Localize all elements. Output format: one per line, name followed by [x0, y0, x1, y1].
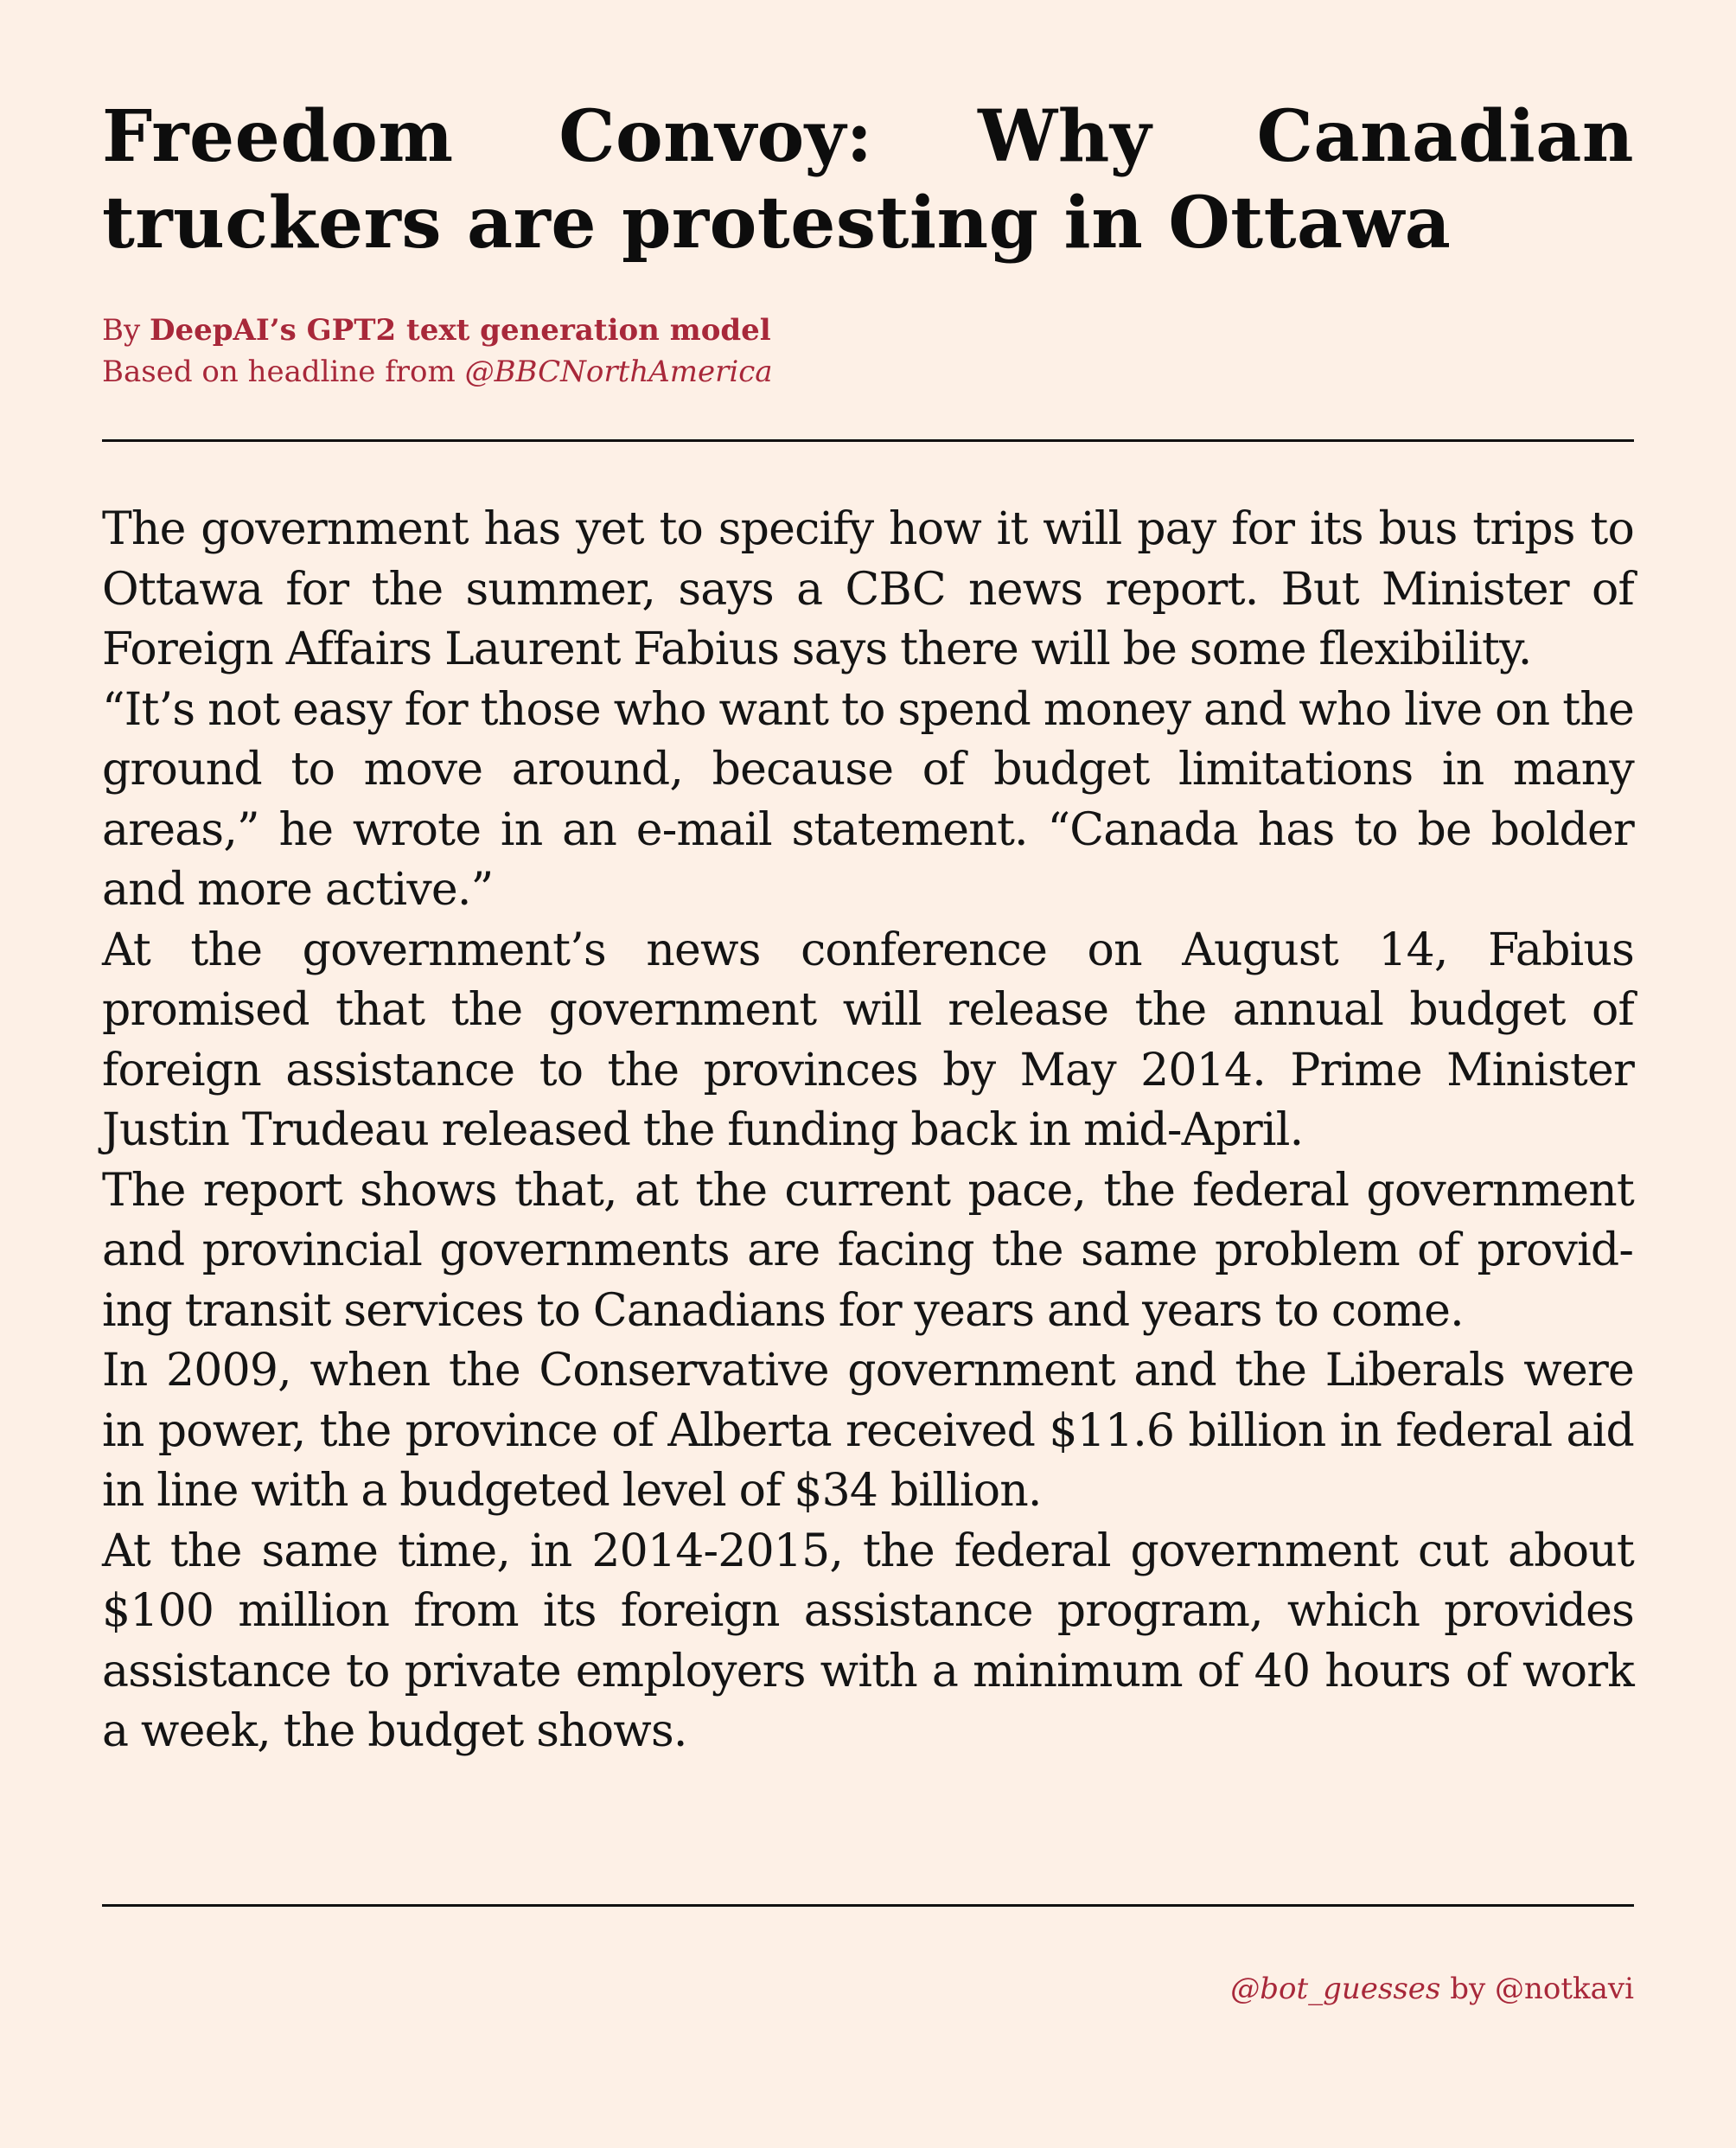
footer-credit: @bot_guesses by @notkavi [1230, 1968, 1634, 2010]
footer-bot-handle: @bot_guesses [1230, 1972, 1441, 2006]
footer-by: by [1450, 1972, 1486, 2006]
byline-author: DeepAI’s GPT2 text generation model [150, 313, 771, 348]
article-paragraph: In 2009, when the Conservative governmen… [102, 1345, 1635, 1517]
byline-source-prefix: Based on headline from [102, 355, 456, 389]
article-body: The government has yet to specify how it… [102, 500, 1635, 1762]
headline: Freedom Convoy: Why Canadian truckers ar… [102, 95, 1634, 265]
bottom-divider [102, 1904, 1634, 1907]
article-paragraph: At the government’s news conference on A… [102, 924, 1635, 1157]
byline: By DeepAI’s GPT2 text generation model B… [102, 310, 773, 393]
byline-author-line: By DeepAI’s GPT2 text generation model [102, 310, 773, 351]
top-divider [102, 439, 1634, 442]
article-paragraph: The report shows that, at the current pa… [102, 1164, 1635, 1337]
byline-prefix: By [102, 313, 141, 348]
byline-source-line: Based on headline from @BBCNorthAmerica [102, 351, 773, 393]
article-paragraph: “It’s not easy for those who want to spe… [102, 683, 1635, 917]
footer-creator-handle: @notkavi [1495, 1972, 1634, 2006]
article-paragraph: At the same time, in 2014-2015, the fede… [102, 1525, 1635, 1758]
byline-source-handle: @BBCNorthAmerica [464, 355, 773, 389]
article-paragraph: The government has yet to specify how it… [102, 503, 1635, 675]
